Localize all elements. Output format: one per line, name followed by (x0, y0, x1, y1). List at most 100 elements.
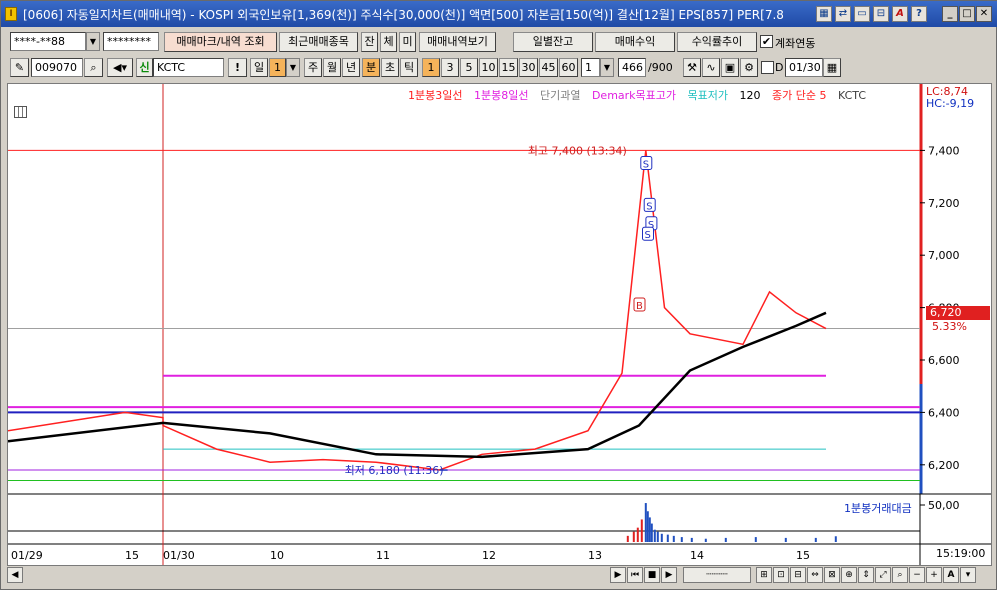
execution-button[interactable]: 체 (380, 32, 397, 52)
minute-30-button[interactable]: 30 (519, 58, 538, 77)
scroll-right-icon[interactable]: ▶ (610, 567, 626, 583)
trade-view-button[interactable]: 매매내역보기 (419, 32, 496, 52)
minute-3-button[interactable]: 3 (441, 58, 459, 77)
help-icon[interactable]: ? (911, 6, 927, 22)
pan-icon[interactable]: ⇔ (807, 567, 823, 583)
daily-balance-button[interactable]: 일별잔고 (513, 32, 593, 52)
font-a-icon[interactable]: A (892, 6, 908, 22)
period-tick-button[interactable]: 틱 (400, 58, 418, 77)
sell-marker: S (642, 226, 654, 241)
period-day-button[interactable]: 일 (250, 58, 268, 77)
trade-profit-button[interactable]: 매매수익 (595, 32, 675, 52)
zoom-slider[interactable]: ┄┄┄┄ (683, 567, 751, 583)
close-button[interactable]: ✕ (976, 6, 992, 22)
volume-legend: 1분봉거래대금 (844, 502, 912, 515)
play-icon[interactable]: ▶ (661, 567, 677, 583)
period-month-button[interactable]: 월 (323, 58, 341, 77)
legend-item: 목표저가 (687, 89, 729, 102)
stock-code-field[interactable]: 009070 (31, 58, 83, 77)
volume-bar (784, 537, 787, 542)
sell-marker: S (643, 197, 656, 212)
key-icon[interactable]: ✎ (10, 58, 29, 77)
window-icon[interactable]: ▭ (854, 6, 870, 22)
magnify-icon[interactable]: ⌕ (892, 567, 908, 583)
more-icon[interactable]: ▾ (960, 567, 976, 583)
date-checkbox[interactable] (761, 61, 774, 74)
chart-icon[interactable]: ▦ (816, 6, 832, 22)
period-week-button[interactable]: 주 (304, 58, 322, 77)
account-field[interactable]: ****-**88 (10, 32, 86, 51)
minute-10-button[interactable]: 10 (479, 58, 498, 77)
interval-dropdown-icon[interactable]: ▼ (600, 58, 614, 77)
recent-trade-button[interactable]: 최근매매종목 (279, 32, 358, 52)
account-link-checkbox[interactable]: ✔ (760, 35, 773, 48)
layout-icon[interactable]: ⊟ (790, 567, 806, 583)
rewind-icon[interactable]: ⏮ (627, 567, 643, 583)
return-trend-button[interactable]: 수익률추이 (677, 32, 757, 52)
account-dropdown-icon[interactable]: ▼ (86, 32, 100, 51)
period-year-button[interactable]: 년 (342, 58, 360, 77)
stock-name-field[interactable]: KCTC (153, 58, 224, 77)
scroll-left-icon[interactable]: ◀ (7, 567, 23, 583)
period-second-button[interactable]: 초 (381, 58, 399, 77)
swap-icon[interactable]: ⇄ (835, 6, 851, 22)
range-field[interactable]: 466 (618, 58, 646, 77)
volume-bar (646, 511, 649, 542)
settings-icon[interactable]: ⚙ (740, 58, 758, 77)
app-window: I [0606] 자동일지차트(매매내역) - KOSPI 외국인보유[1,36… (0, 0, 997, 590)
sell-marker: S (640, 156, 653, 171)
drawing-icon[interactable]: ∿ (702, 58, 720, 77)
chart-scrollbar[interactable]: ◀ ▶ ⏮ ■ ▶ ┄┄┄┄ ⊞ ⊡ ⊟ ⇔ ⊠ ⊕ ⇕ ⤢ ⌕ − + A ▾ (7, 567, 992, 584)
calendar-icon[interactable]: ▦ (823, 58, 841, 77)
chart-legend: 1분봉3일선 1분봉8일선 단기과열 Demark목표고가 목표저가 120 종… (408, 87, 928, 102)
scale-icon[interactable]: ⇕ (858, 567, 874, 583)
link-icon[interactable]: ⊟ (873, 6, 889, 22)
minute-5-button[interactable]: 5 (460, 58, 478, 77)
volume-bar (640, 519, 643, 542)
zoom-out-icon[interactable]: − (909, 567, 925, 583)
speaker-icon[interactable]: ◀▾ (107, 58, 133, 77)
shrink-icon[interactable]: ⊠ (824, 567, 840, 583)
day-count-field[interactable]: 1 (269, 58, 286, 77)
price-line (8, 150, 827, 471)
date-label: 15 (796, 549, 810, 562)
date-label: 01/29 (11, 549, 43, 562)
price-tick-label: 6,400 (928, 406, 960, 419)
text-size-icon[interactable]: A (943, 567, 959, 583)
minute-1-button[interactable]: 1 (422, 58, 440, 77)
interval-count-field[interactable]: 1 (581, 58, 600, 77)
save-icon[interactable]: ▣ (721, 58, 739, 77)
minimize-button[interactable]: _ (942, 6, 958, 22)
password-field[interactable]: ******** (103, 32, 159, 51)
chart-panel[interactable]: 6,2006,4006,6006,8007,0007,2007,400SSSSB… (7, 83, 992, 566)
balance-button[interactable]: 잔 (361, 32, 378, 52)
period-minute-button[interactable]: 분 (362, 58, 380, 77)
search-icon[interactable]: ⌕ (84, 58, 103, 77)
time-readout: 15:19:00 (936, 547, 986, 560)
volume-axis-label: 50,00 (928, 499, 960, 512)
new-badge: 신 (136, 58, 153, 77)
minute-15-button[interactable]: 15 (499, 58, 518, 77)
price-tick-label: 7,200 (928, 197, 960, 210)
expand-icon[interactable]: ⊕ (841, 567, 857, 583)
fit-icon[interactable]: ⤢ (875, 567, 891, 583)
grid-icon[interactable] (14, 106, 27, 118)
zoom-fit-icon[interactable]: ⊡ (773, 567, 789, 583)
trade-mark-button[interactable]: 매매마크/내역 조회 (164, 32, 277, 52)
volume-bar (672, 535, 675, 542)
volume-bar (656, 531, 659, 542)
unfilled-button[interactable]: 미 (399, 32, 416, 52)
hc-value: HC:-9,19 (926, 97, 975, 110)
zoom-box-icon[interactable]: ⊞ (756, 567, 772, 583)
account-link-label: 계좌연동 (775, 37, 816, 50)
day-count-dropdown-icon[interactable]: ▼ (286, 58, 300, 77)
minute-45-button[interactable]: 45 (539, 58, 558, 77)
minute-60-button[interactable]: 60 (559, 58, 578, 77)
date-field[interactable]: 01/30 (785, 58, 823, 77)
alert-button[interactable]: ! (228, 58, 247, 77)
maximize-button[interactable]: □ (959, 6, 975, 22)
stop-icon[interactable]: ■ (644, 567, 660, 583)
price-chart[interactable]: 6,2006,4006,6006,8007,0007,2007,400SSSSB… (8, 84, 991, 565)
zoom-in-icon[interactable]: + (926, 567, 942, 583)
tool-icon[interactable]: ⚒ (683, 58, 701, 77)
